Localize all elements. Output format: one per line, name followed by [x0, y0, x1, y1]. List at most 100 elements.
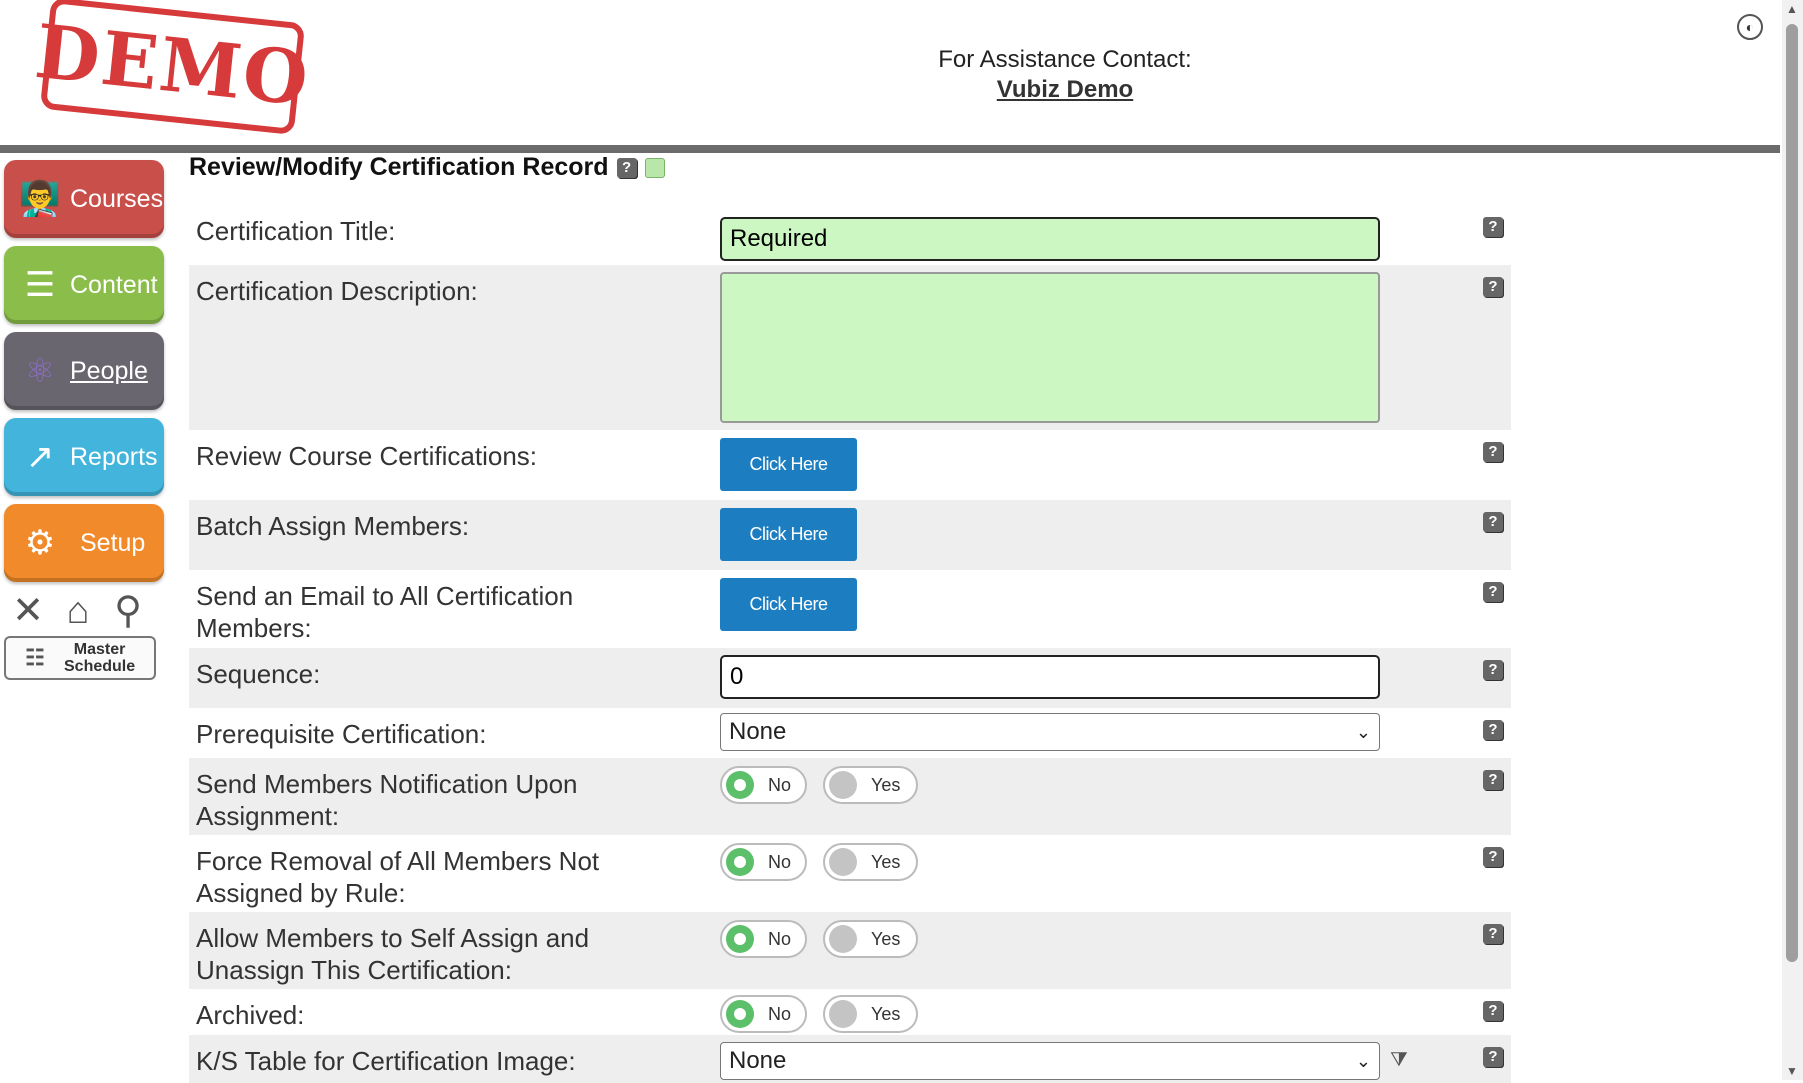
prerequisite-select[interactable]: None ⌄ [720, 713, 1380, 751]
self-assign-no-option[interactable]: No [720, 920, 807, 958]
force-no-option[interactable]: No [720, 843, 807, 881]
row-force-removal: Force Removal of All Members Not Assigne… [189, 835, 1511, 912]
sidebar-tools: ✕ ⌂ ⚲ [8, 590, 166, 632]
help-icon[interactable]: ? [1483, 582, 1503, 602]
row-ks-table: K/S Table for Certification Image: None … [189, 1035, 1511, 1083]
notify-no-option[interactable]: No [720, 766, 807, 804]
self-assign-toggle: No Yes [720, 920, 918, 958]
force-removal-toggle: No Yes [720, 843, 918, 881]
sidebar-item-label: People [70, 356, 148, 385]
chevron-down-icon: ⌄ [1355, 721, 1371, 742]
sequence-label: Sequence: [196, 659, 321, 689]
radio-off-icon [829, 771, 857, 799]
schedule-icon: ☷ [25, 645, 45, 670]
master-schedule-button[interactable]: ☷ Master Schedule [4, 636, 156, 680]
master-schedule-label: Master Schedule [64, 641, 136, 675]
archived-toggle: No Yes [720, 995, 918, 1033]
page-scrollbar[interactable]: ▲ ▼ [1782, 0, 1803, 1080]
radio-off-icon [829, 848, 857, 876]
sidebar-nav: 👨‍🏫 Courses ☰ Content ⚛ People ↗ Reports… [4, 160, 166, 680]
row-batch-assign: Batch Assign Members: Click Here ? [189, 500, 1511, 570]
accessibility-icon[interactable] [644, 157, 665, 178]
help-icon[interactable]: ? [1483, 924, 1503, 944]
demo-stamp-logo: DEMO [31, 0, 314, 136]
gears-icon: ⚙ [24, 524, 56, 562]
page-title: Review/Modify Certification Record ? [189, 153, 665, 182]
ks-table-select[interactable]: None ⌄ [720, 1042, 1380, 1080]
scroll-thumb[interactable] [1786, 24, 1798, 962]
help-icon[interactable]: ? [1483, 720, 1503, 740]
assistance-contact: For Assistance Contact: Vubiz Demo [880, 46, 1250, 104]
help-icon[interactable]: ? [1483, 217, 1503, 237]
sidebar-item-courses[interactable]: 👨‍🏫 Courses [4, 160, 164, 238]
ks-table-label: K/S Table for Certification Image: [196, 1046, 576, 1076]
row-archived: Archived: No Yes ? [189, 989, 1511, 1035]
scroll-up-arrow-icon[interactable]: ▲ [1786, 2, 1798, 16]
search-icon[interactable]: ⚲ [108, 590, 148, 632]
row-cert-description: Certification Description: ? [189, 265, 1511, 430]
help-icon[interactable]: ? [616, 157, 637, 178]
row-prerequisite: Prerequisite Certification: None ⌄ ? [189, 708, 1511, 758]
review-course-label: Review Course Certifications: [196, 441, 538, 471]
filter-icon[interactable]: ⧩ [1390, 1049, 1408, 1072]
row-cert-title: Certification Title: ? [189, 205, 1511, 265]
header-divider [0, 145, 1780, 153]
sequence-input[interactable] [720, 655, 1380, 699]
radio-off-icon [829, 925, 857, 953]
prerequisite-selected-value: None [729, 718, 787, 745]
chevron-down-icon: ⌄ [1355, 1050, 1371, 1071]
sidebar-item-label: Reports [70, 442, 158, 471]
people-network-icon: ⚛ [24, 352, 56, 390]
notify-yes-option[interactable]: Yes [823, 766, 918, 804]
self-assign-yes-option[interactable]: Yes [823, 920, 918, 958]
chart-people-icon: ↗ [25, 438, 55, 476]
row-sequence: Sequence: ? [189, 648, 1511, 708]
help-icon[interactable]: ? [1483, 847, 1503, 867]
ks-table-selected-value: None [729, 1047, 787, 1074]
page-header: DEMO For Assistance Contact: Vubiz Demo … [0, 0, 1780, 145]
layers-icon: ☰ [24, 266, 56, 304]
force-removal-label: Force Removal of All Members Not Assigne… [196, 846, 600, 908]
row-self-assign: Allow Members to Self Assign and Unassig… [189, 912, 1511, 989]
cert-title-input[interactable] [720, 217, 1380, 261]
sidebar-item-people[interactable]: ⚛ People [4, 332, 164, 410]
certification-form: Certification Title: ? Certification Des… [189, 205, 1511, 1083]
notify-members-toggle: No Yes [720, 766, 918, 804]
send-email-button[interactable]: Click Here [720, 578, 857, 631]
sidebar-item-label: Courses [70, 184, 164, 213]
row-send-email: Send an Email to All Certification Membe… [189, 570, 1511, 648]
sidebar-item-content[interactable]: ☰ Content [4, 246, 164, 324]
sidebar-item-label: Setup [80, 528, 146, 557]
help-icon[interactable]: ? [1483, 660, 1503, 680]
assistance-contact-link[interactable]: Vubiz Demo [880, 76, 1250, 104]
force-yes-option[interactable]: Yes [823, 843, 918, 881]
help-icon[interactable]: ? [1483, 442, 1503, 462]
cert-description-label: Certification Description: [196, 276, 478, 306]
toggle-circle-icon[interactable]: ◐ [1737, 14, 1763, 40]
help-icon[interactable]: ? [1483, 512, 1503, 532]
prerequisite-label: Prerequisite Certification: [196, 719, 487, 749]
cert-description-textarea[interactable] [720, 272, 1380, 423]
batch-assign-button[interactable]: Click Here [720, 508, 857, 561]
close-icon[interactable]: ✕ [8, 590, 48, 632]
help-icon[interactable]: ? [1483, 770, 1503, 790]
archived-yes-option[interactable]: Yes [823, 995, 918, 1033]
row-review-course: Review Course Certifications: Click Here… [189, 430, 1511, 500]
archived-no-option[interactable]: No [720, 995, 807, 1033]
radio-on-icon [726, 848, 754, 876]
home-icon[interactable]: ⌂ [58, 590, 98, 632]
sidebar-item-setup[interactable]: ⚙ Setup [4, 504, 164, 582]
help-icon[interactable]: ? [1483, 1047, 1503, 1067]
send-email-label: Send an Email to All Certification Membe… [196, 581, 574, 643]
help-icon[interactable]: ? [1483, 1001, 1503, 1021]
radio-on-icon [726, 925, 754, 953]
help-icon[interactable]: ? [1483, 277, 1503, 297]
radio-off-icon [829, 1000, 857, 1028]
cert-title-label: Certification Title: [196, 216, 396, 246]
teacher-icon: 👨‍🏫 [18, 180, 62, 218]
sidebar-item-label: Content [70, 270, 158, 299]
sidebar-item-reports[interactable]: ↗ Reports [4, 418, 164, 496]
review-course-button[interactable]: Click Here [720, 438, 857, 491]
scroll-down-arrow-icon[interactable]: ▼ [1786, 1064, 1798, 1078]
demo-stamp-text: DEMO [31, 8, 314, 124]
